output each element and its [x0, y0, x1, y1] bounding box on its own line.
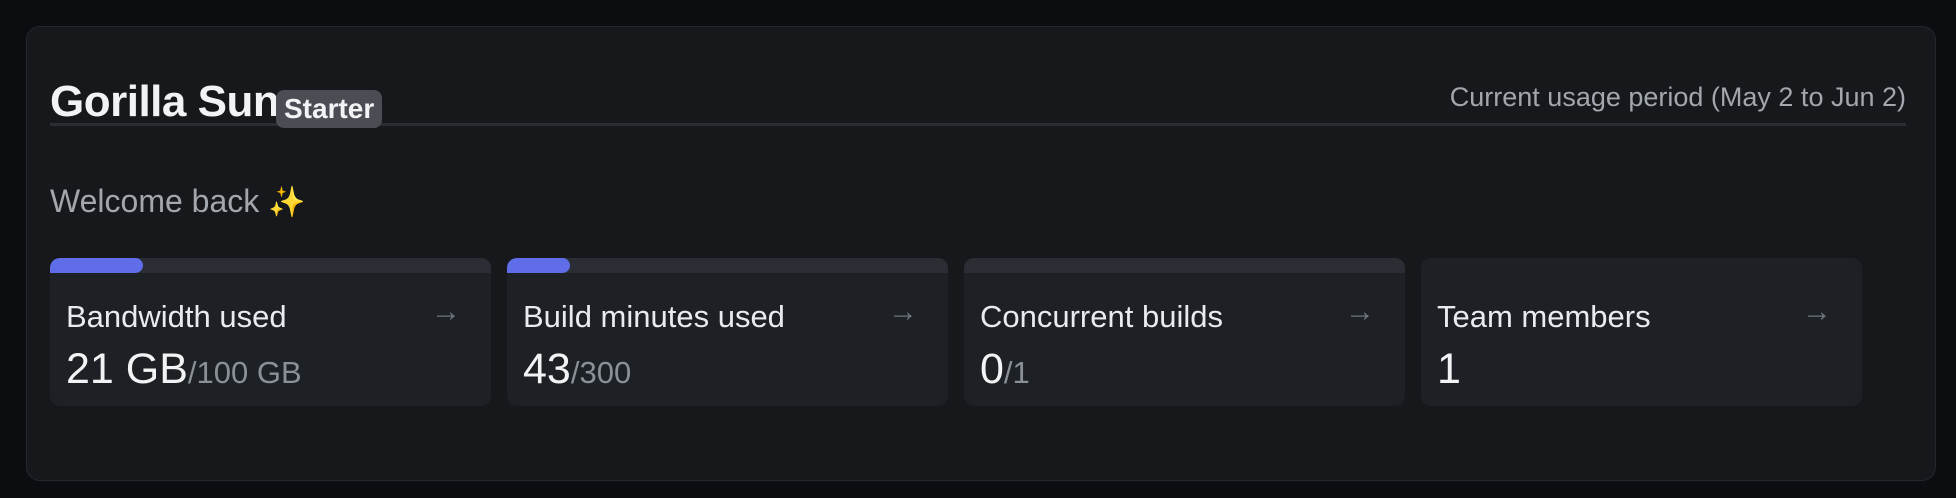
progress-track: [507, 258, 948, 273]
card-label: Team members: [1437, 299, 1651, 334]
project-name: Gorilla Sun: [50, 77, 280, 126]
progress-track: [50, 258, 491, 273]
build-minutes-card[interactable]: Build minutes used → 43/300: [507, 258, 948, 406]
arrow-right-icon: →: [888, 295, 918, 328]
team-members-card[interactable]: Team members → 1: [1421, 258, 1862, 406]
card-value: 0/1: [980, 348, 1030, 391]
arrow-right-icon: →: [1802, 295, 1832, 328]
card-label: Concurrent builds: [980, 299, 1223, 334]
card-label: Build minutes used: [523, 299, 785, 334]
progress-track: [964, 258, 1405, 273]
value-limit: /300: [570, 355, 632, 390]
panel-header: Gorilla Sun Starter Current usage period…: [50, 56, 1906, 128]
value-main: 21 GB: [66, 345, 188, 393]
value-main: 1: [1437, 345, 1461, 393]
bandwidth-card[interactable]: Bandwidth used → 21 GB/100 GB: [50, 258, 491, 406]
value-limit: /1: [1003, 355, 1030, 390]
arrow-right-icon: →: [1345, 295, 1375, 328]
usage-cards: Bandwidth used → 21 GB/100 GB Build minu…: [50, 258, 1862, 406]
progress-fill: [507, 258, 571, 273]
concurrent-builds-card[interactable]: Concurrent builds → 0/1: [964, 258, 1405, 406]
value-limit: /100 GB: [187, 355, 302, 390]
value-main: 43: [523, 345, 571, 393]
progress-fill: [50, 258, 143, 273]
plan-badge: Starter: [276, 90, 383, 128]
card-value: 21 GB/100 GB: [66, 348, 302, 391]
welcome-text: Welcome back: [50, 183, 260, 219]
card-value: 1: [1437, 348, 1461, 391]
card-label: Bandwidth used: [66, 299, 287, 334]
welcome-message: Welcome back ✨: [50, 185, 306, 218]
value-main: 0: [980, 345, 1004, 393]
sparkles-icon: ✨: [268, 186, 306, 219]
card-value: 43/300: [523, 348, 631, 391]
usage-period: Current usage period (May 2 to Jun 2): [1449, 82, 1906, 112]
arrow-right-icon: →: [431, 295, 461, 328]
